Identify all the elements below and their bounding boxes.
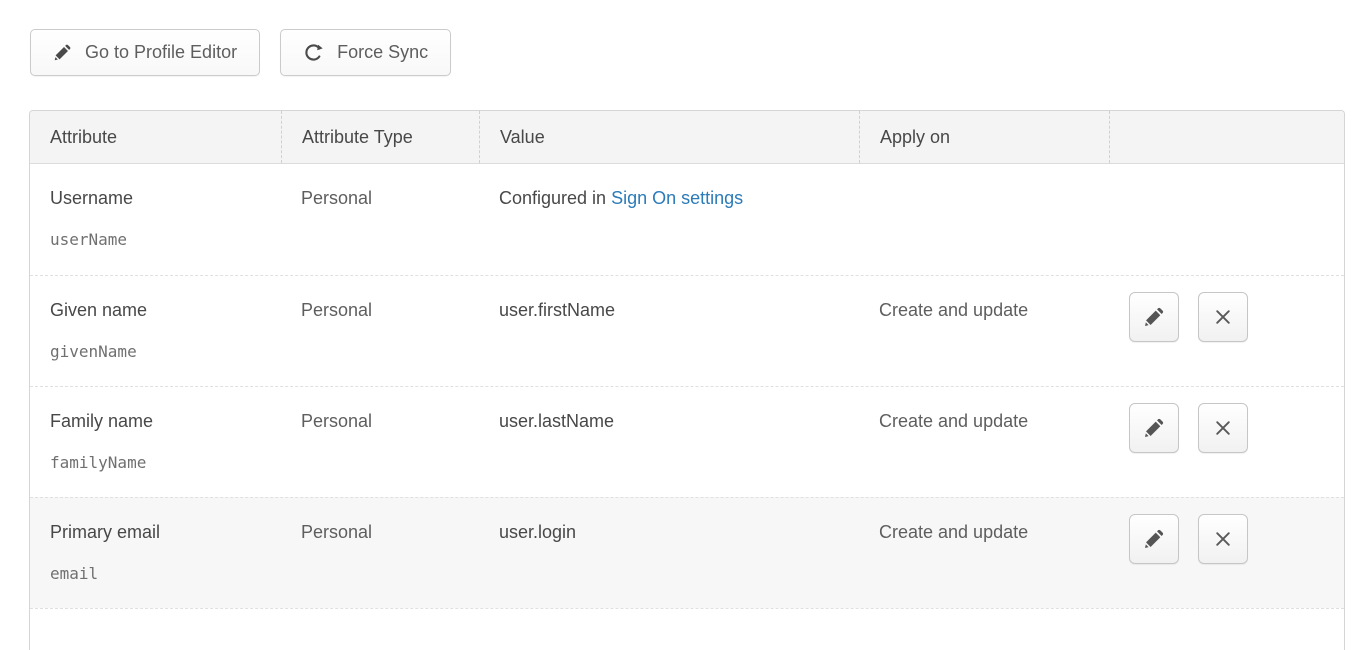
- apply-on-value: Create and update: [879, 522, 1089, 543]
- apply-on-value: Create and update: [879, 411, 1089, 432]
- attribute-label: Primary email: [50, 522, 261, 543]
- attribute-value: user.firstName: [499, 300, 839, 321]
- table-header-row: Attribute Attribute Type Value Apply on: [30, 111, 1344, 164]
- pencil-icon: [1143, 306, 1165, 328]
- force-sync-label: Force Sync: [337, 42, 428, 63]
- attribute-variable-name: familyName: [50, 453, 261, 472]
- attribute-variable-name: givenName: [50, 342, 261, 361]
- column-header-value: Value: [479, 111, 859, 163]
- go-to-profile-editor-button[interactable]: Go to Profile Editor: [30, 29, 260, 76]
- sign-on-settings-link[interactable]: Sign On settings: [611, 188, 743, 208]
- attribute-type: Personal: [301, 188, 459, 209]
- attribute-value: user.lastName: [499, 411, 839, 432]
- table-row-given-name: Given name givenName Personal user.first…: [30, 275, 1344, 386]
- edit-attribute-button[interactable]: [1129, 403, 1179, 453]
- row-actions: [1109, 387, 1344, 497]
- toolbar: Go to Profile Editor Force Sync: [30, 29, 451, 76]
- x-icon: [1211, 416, 1235, 440]
- attribute-label: Username: [50, 188, 261, 209]
- attribute-type: Personal: [301, 411, 459, 432]
- delete-attribute-button[interactable]: [1198, 403, 1248, 453]
- attribute-type: Personal: [301, 522, 459, 543]
- pencil-icon: [1143, 417, 1165, 439]
- attribute-mapping-table: Attribute Attribute Type Value Apply on …: [29, 110, 1345, 650]
- refresh-icon: [303, 42, 324, 63]
- pencil-icon: [1143, 528, 1165, 550]
- attribute-variable-name: userName: [50, 230, 261, 249]
- value-prefix: Configured in: [499, 188, 611, 208]
- row-actions: [1109, 164, 1344, 275]
- attribute-value: user.login: [499, 522, 839, 543]
- pencil-icon: [53, 43, 72, 62]
- go-to-profile-editor-label: Go to Profile Editor: [85, 42, 237, 63]
- attribute-type: Personal: [301, 300, 459, 321]
- table-row-family-name: Family name familyName Personal user.las…: [30, 386, 1344, 497]
- column-header-attribute-type: Attribute Type: [281, 111, 479, 163]
- x-icon: [1211, 305, 1235, 329]
- x-icon: [1211, 527, 1235, 551]
- column-header-apply-on: Apply on: [859, 111, 1109, 163]
- table-row-primary-email: Primary email email Personal user.login …: [30, 497, 1344, 608]
- table-row-username: Username userName Personal Configured in…: [30, 164, 1344, 275]
- delete-attribute-button[interactable]: [1198, 292, 1248, 342]
- attribute-label: Family name: [50, 411, 261, 432]
- force-sync-button[interactable]: Force Sync: [280, 29, 451, 76]
- apply-on-value: Create and update: [879, 300, 1089, 321]
- delete-attribute-button[interactable]: [1198, 514, 1248, 564]
- column-header-actions: [1109, 111, 1344, 163]
- row-actions: [1109, 498, 1344, 608]
- attribute-label: Given name: [50, 300, 261, 321]
- attribute-variable-name: email: [50, 564, 261, 583]
- attribute-value: Configured in Sign On settings: [499, 188, 839, 209]
- edit-attribute-button[interactable]: [1129, 514, 1179, 564]
- row-actions: [1109, 276, 1344, 386]
- edit-attribute-button[interactable]: [1129, 292, 1179, 342]
- column-header-attribute: Attribute: [30, 111, 281, 163]
